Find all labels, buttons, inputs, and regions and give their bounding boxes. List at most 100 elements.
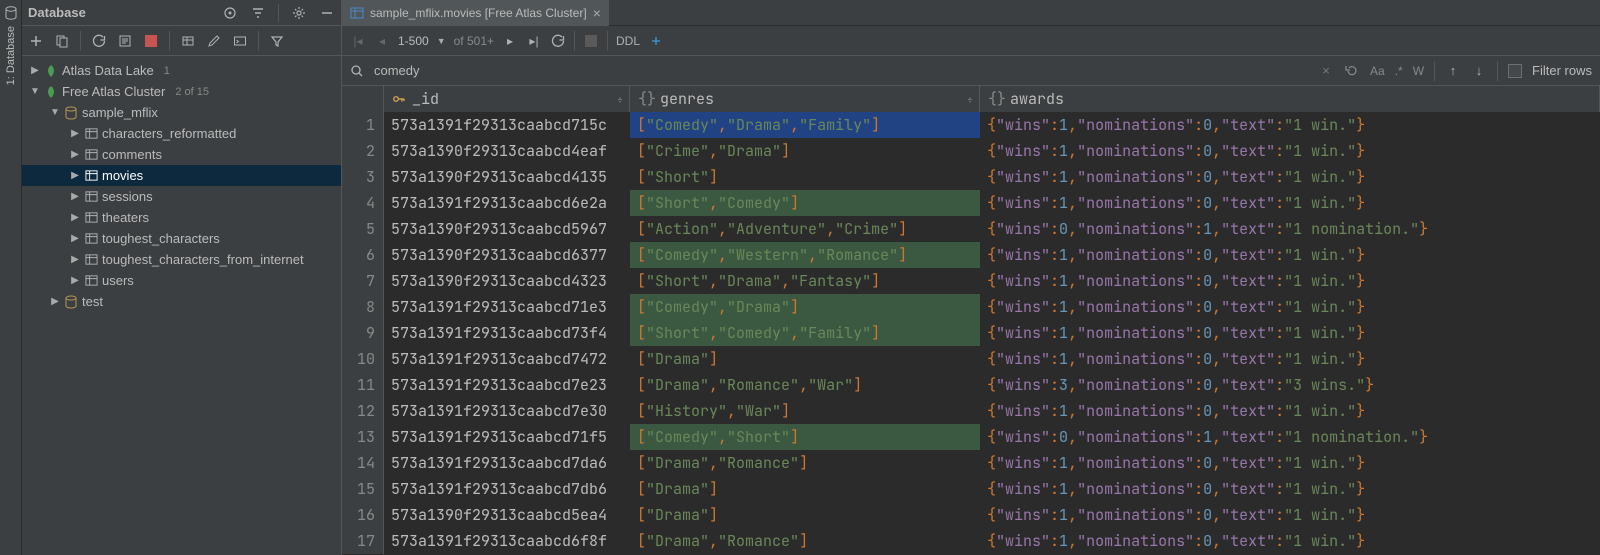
table-row[interactable]: 1573a1391f29313caabcd715c["Comedy", "Dra… — [342, 112, 1600, 138]
cell-awards[interactable]: {"wins": 1, "nominations": 0, "text": "1… — [980, 164, 1600, 190]
table-row[interactable]: 16573a1390f29313caabcd5ea4["Drama"]{"win… — [342, 502, 1600, 528]
cell-id[interactable]: 573a1390f29313caabcd5ea4 — [384, 502, 630, 528]
tree-node-table[interactable]: ▶users — [22, 270, 341, 291]
filter-settings-icon[interactable] — [250, 5, 266, 21]
edit-icon[interactable] — [206, 33, 222, 49]
sync-icon[interactable] — [117, 33, 133, 49]
refresh-icon[interactable] — [91, 33, 107, 49]
tree-node-table[interactable]: ▶movies — [22, 165, 341, 186]
tree-node-table[interactable]: ▶theaters — [22, 207, 341, 228]
table-row[interactable]: 8573a1391f29313caabcd71e3["Comedy", "Dra… — [342, 294, 1600, 320]
tree-node-table[interactable]: ▶toughest_characters_from_internet — [22, 249, 341, 270]
table-row[interactable]: 14573a1391f29313caabcd7da6["Drama", "Rom… — [342, 450, 1600, 476]
cell-awards[interactable]: {"wins": 1, "nominations": 0, "text": "1… — [980, 112, 1600, 138]
regex-history-icon[interactable] — [1344, 63, 1360, 79]
minimize-icon[interactable] — [319, 5, 335, 21]
cell-id[interactable]: 573a1390f29313caabcd5967 — [384, 216, 630, 242]
cell-genres[interactable]: ["Comedy", "Drama"] — [630, 294, 980, 320]
tree-node-cluster[interactable]: ▼ Free Atlas Cluster 2 of 15 — [22, 81, 341, 102]
add-row-icon[interactable] — [648, 33, 664, 49]
cell-awards[interactable]: {"wins": 0, "nominations": 1, "text": "1… — [980, 424, 1600, 450]
cell-awards[interactable]: {"wins": 1, "nominations": 0, "text": "1… — [980, 346, 1600, 372]
first-page-icon[interactable]: |◂ — [350, 33, 366, 49]
cell-awards[interactable]: {"wins": 1, "nominations": 0, "text": "1… — [980, 398, 1600, 424]
cell-id[interactable]: 573a1391f29313caabcd6e2a — [384, 190, 630, 216]
sort-icon[interactable]: ÷ — [967, 93, 973, 106]
column-header-awards[interactable]: {} awards — [980, 86, 1600, 112]
table-row[interactable]: 4573a1391f29313caabcd6e2a["Short", "Come… — [342, 190, 1600, 216]
table-row[interactable]: 11573a1391f29313caabcd7e23["Drama", "Rom… — [342, 372, 1600, 398]
cell-genres[interactable]: ["Action", "Adventure", "Crime"] — [630, 216, 980, 242]
cell-id[interactable]: 573a1391f29313caabcd7da6 — [384, 450, 630, 476]
stop-icon[interactable] — [143, 33, 159, 49]
cell-id[interactable]: 573a1390f29313caabcd4eaf — [384, 138, 630, 164]
table-row[interactable]: 12573a1391f29313caabcd7e30["History", "W… — [342, 398, 1600, 424]
regex-toggle[interactable]: .* — [1395, 64, 1403, 78]
tree-node-table[interactable]: ▶comments — [22, 144, 341, 165]
last-page-icon[interactable]: ▸| — [526, 33, 542, 49]
cell-id[interactable]: 573a1391f29313caabcd6f8f — [384, 528, 630, 554]
cell-genres[interactable]: ["Short", "Drama", "Fantasy"] — [630, 268, 980, 294]
words-toggle[interactable]: W — [1413, 64, 1424, 78]
cell-awards[interactable]: {"wins": 1, "nominations": 0, "text": "1… — [980, 294, 1600, 320]
table-row[interactable]: 13573a1391f29313caabcd71f5["Comedy", "Sh… — [342, 424, 1600, 450]
ddl-button[interactable]: DDL — [616, 34, 640, 48]
tree-node-table[interactable]: ▶characters_reformatted — [22, 123, 341, 144]
cell-genres[interactable]: ["Drama"] — [630, 502, 980, 528]
cell-id[interactable]: 573a1391f29313caabcd7e30 — [384, 398, 630, 424]
cell-id[interactable]: 573a1390f29313caabcd4135 — [384, 164, 630, 190]
table-row[interactable]: 15573a1391f29313caabcd7db6["Drama"]{"win… — [342, 476, 1600, 502]
prev-match-icon[interactable]: ↑ — [1445, 63, 1461, 79]
cell-genres[interactable]: ["Short"] — [630, 164, 980, 190]
cell-id[interactable]: 573a1391f29313caabcd71f5 — [384, 424, 630, 450]
cell-id[interactable]: 573a1391f29313caabcd73f4 — [384, 320, 630, 346]
table-row[interactable]: 5573a1390f29313caabcd5967["Action", "Adv… — [342, 216, 1600, 242]
table-row[interactable]: 6573a1390f29313caabcd6377["Comedy", "Wes… — [342, 242, 1600, 268]
console-icon[interactable] — [232, 33, 248, 49]
clear-search-icon[interactable]: × — [1318, 63, 1334, 79]
table-row[interactable]: 9573a1391f29313caabcd73f4["Short", "Come… — [342, 320, 1600, 346]
tree-node-test[interactable]: ▶ test — [22, 291, 341, 312]
cell-genres[interactable]: ["Short", "Comedy", "Family"] — [630, 320, 980, 346]
cell-awards[interactable]: {"wins": 1, "nominations": 0, "text": "1… — [980, 190, 1600, 216]
table-row[interactable]: 10573a1391f29313caabcd7472["Drama"]{"win… — [342, 346, 1600, 372]
table-row[interactable]: 3573a1390f29313caabcd4135["Short"]{"wins… — [342, 164, 1600, 190]
cell-genres[interactable]: ["Short", "Comedy"] — [630, 190, 980, 216]
chevron-down-icon[interactable]: ▼ — [437, 36, 446, 46]
cell-awards[interactable]: {"wins": 1, "nominations": 0, "text": "1… — [980, 268, 1600, 294]
cell-genres[interactable]: ["Drama", "Romance"] — [630, 450, 980, 476]
tree-node-table[interactable]: ▶sessions — [22, 186, 341, 207]
cell-awards[interactable]: {"wins": 0, "nominations": 1, "text": "1… — [980, 216, 1600, 242]
cell-awards[interactable]: {"wins": 1, "nominations": 0, "text": "1… — [980, 450, 1600, 476]
next-match-icon[interactable]: ↓ — [1471, 63, 1487, 79]
filter-rows-checkbox[interactable] — [1508, 64, 1522, 78]
column-header-id[interactable]: _id ÷ — [384, 86, 630, 112]
cell-id[interactable]: 573a1391f29313caabcd7db6 — [384, 476, 630, 502]
editor-tab[interactable]: sample_mflix.movies [Free Atlas Cluster]… — [342, 0, 609, 26]
target-icon[interactable] — [222, 5, 238, 21]
sort-icon[interactable]: ÷ — [617, 93, 623, 106]
cell-genres[interactable]: ["Drama", "Romance"] — [630, 528, 980, 554]
table-row[interactable]: 2573a1390f29313caabcd4eaf["Crime", "Dram… — [342, 138, 1600, 164]
cell-awards[interactable]: {"wins": 3, "nominations": 0, "text": "3… — [980, 372, 1600, 398]
cell-genres[interactable]: ["Comedy", "Short"] — [630, 424, 980, 450]
tree-node-db[interactable]: ▼ sample_mflix — [22, 102, 341, 123]
next-page-icon[interactable]: ▸ — [502, 33, 518, 49]
tree-node-table[interactable]: ▶toughest_characters — [22, 228, 341, 249]
prev-page-icon[interactable]: ◂ — [374, 33, 390, 49]
column-header-genres[interactable]: {} genres ÷ — [630, 86, 980, 112]
cell-awards[interactable]: {"wins": 1, "nominations": 0, "text": "1… — [980, 528, 1600, 554]
tree-node-datalake[interactable]: ▶ Atlas Data Lake 1 — [22, 60, 341, 81]
cell-genres[interactable]: ["History", "War"] — [630, 398, 980, 424]
cell-awards[interactable]: {"wins": 1, "nominations": 0, "text": "1… — [980, 320, 1600, 346]
search-input[interactable] — [374, 63, 1308, 78]
cell-awards[interactable]: {"wins": 1, "nominations": 0, "text": "1… — [980, 476, 1600, 502]
cell-id[interactable]: 573a1391f29313caabcd71e3 — [384, 294, 630, 320]
cell-genres[interactable]: ["Drama", "Romance", "War"] — [630, 372, 980, 398]
table-row[interactable]: 7573a1390f29313caabcd4323["Short", "Dram… — [342, 268, 1600, 294]
cell-genres[interactable]: ["Crime", "Drama"] — [630, 138, 980, 164]
data-grid[interactable]: _id ÷ {} genres ÷ {} awards 1573a1391f29… — [342, 86, 1600, 555]
cell-genres[interactable]: ["Comedy", "Western", "Romance"] — [630, 242, 980, 268]
grid-icon[interactable] — [180, 33, 196, 49]
cell-awards[interactable]: {"wins": 1, "nominations": 0, "text": "1… — [980, 138, 1600, 164]
